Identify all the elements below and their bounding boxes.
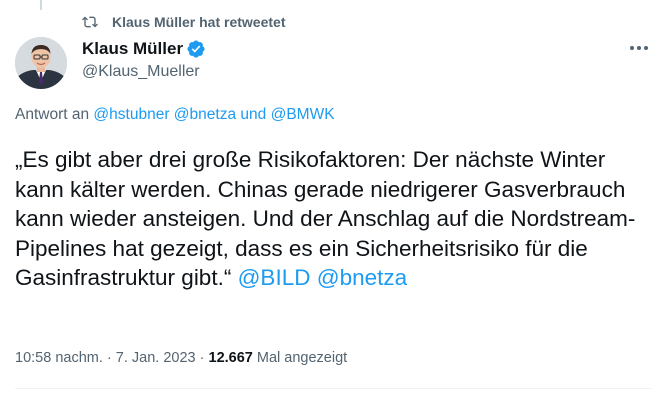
reply-connector: und bbox=[240, 106, 267, 123]
profile-photo bbox=[15, 37, 67, 89]
reply-mention-bmwk[interactable]: @BMWK bbox=[271, 106, 335, 123]
reply-mention-hstubner[interactable]: @hstubner bbox=[93, 106, 169, 123]
tweet-metadata: 10:58 nachm. · 7. Jan. 2023 · 12.667 Mal… bbox=[15, 350, 347, 366]
author-handle[interactable]: @Klaus_Mueller bbox=[82, 63, 206, 81]
reply-mention-bnetza[interactable]: @bnetza bbox=[174, 106, 236, 123]
tweet-date[interactable]: 7. Jan. 2023 bbox=[116, 350, 196, 366]
tweet-card[interactable]: Klaus Müller hat retweetet Klaus Müller bbox=[0, 0, 666, 401]
more-options-icon[interactable] bbox=[624, 38, 654, 58]
tweet-time[interactable]: 10:58 nachm. bbox=[15, 350, 103, 366]
view-count[interactable]: 12.667 bbox=[209, 350, 253, 366]
avatar[interactable] bbox=[15, 37, 67, 89]
reply-prefix: Antwort an bbox=[15, 106, 90, 123]
meta-separator: · bbox=[106, 350, 112, 366]
meta-separator: · bbox=[199, 350, 205, 366]
tweet-body: „Es gibt aber drei große Risikofaktoren:… bbox=[15, 145, 655, 293]
tweet-mention-bnetza[interactable]: @bnetza bbox=[317, 265, 407, 290]
retweet-label: Klaus Müller hat retweetet bbox=[112, 14, 286, 30]
retweet-icon bbox=[82, 14, 98, 30]
author-name[interactable]: Klaus Müller bbox=[82, 39, 183, 59]
tweet-mention-bild[interactable]: @BILD bbox=[238, 265, 311, 290]
verified-badge-icon bbox=[186, 39, 206, 59]
view-count-label: Mal angezeigt bbox=[256, 350, 348, 366]
retweet-context[interactable]: Klaus Müller hat retweetet bbox=[82, 12, 286, 32]
reply-context: Antwort an @hstubner @bnetza und @BMWK bbox=[15, 106, 335, 124]
divider bbox=[15, 388, 651, 389]
author-block[interactable]: Klaus Müller @Klaus_Mueller bbox=[82, 38, 206, 81]
thread-connector-line bbox=[40, 0, 42, 10]
